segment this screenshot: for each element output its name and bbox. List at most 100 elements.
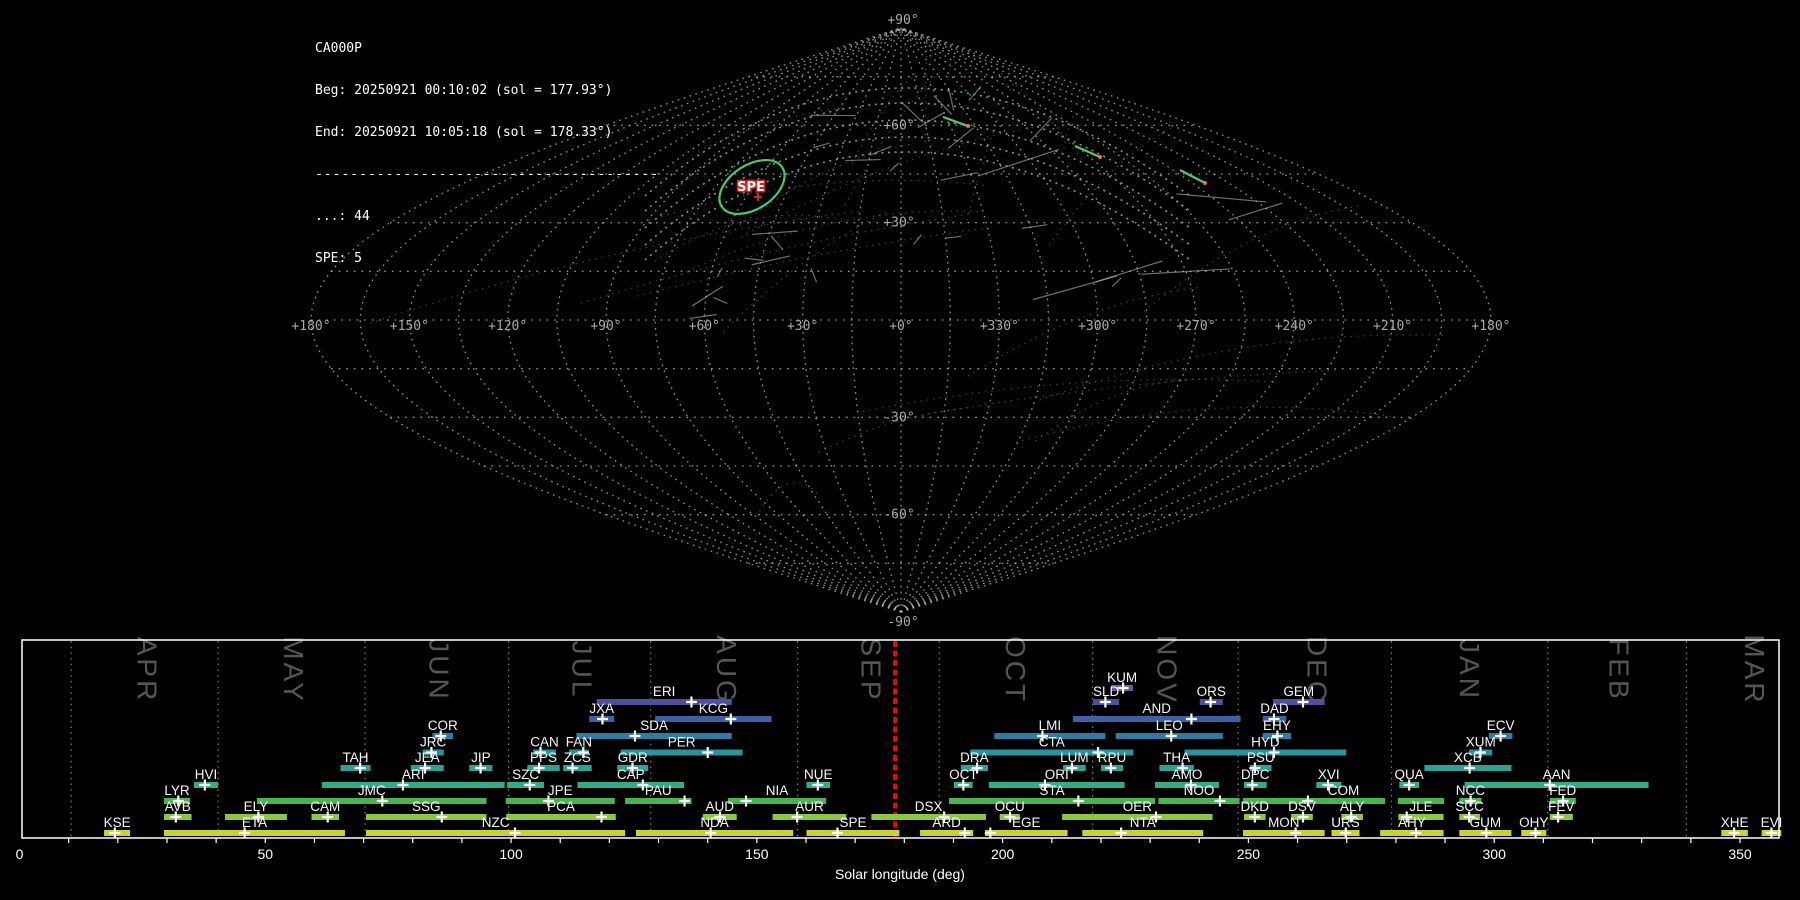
shower-label-CAN: CAN [530,735,559,750]
shower-label-PAU: PAU [645,783,672,798]
radiant-drift-track [680,210,982,275]
x-tick-label: 100 [499,846,523,862]
x-tick-label: 250 [1237,846,1261,862]
shower-label-COR: COR [428,718,458,733]
drift-marker-dot [1098,155,1102,159]
shower-label-AUD: AUD [705,799,734,814]
shower-label-PCA: PCA [547,799,575,814]
shower-peak-marker-STA [1072,795,1084,807]
shower-bar-DSX [871,814,986,820]
shower-label-RPU: RPU [1098,750,1127,765]
shower-label-JMC: JMC [358,783,386,798]
longitude-label: +210° [1373,319,1412,334]
shower-label-ECV: ECV [1487,718,1515,733]
shower-bar-KCG [655,716,772,722]
spe-radiant-label: SPE [737,180,765,195]
shower-label-OCT: OCT [949,767,978,782]
shower-label-XHE: XHE [1721,815,1749,830]
month-label: NOV [1151,635,1182,705]
meteor-trail [945,235,961,239]
shower-label-KUM: KUM [1107,670,1137,685]
meteor-trail [1111,277,1122,288]
sporadic-count: ...: 44 [315,209,370,224]
shower-label-LEO: LEO [1156,718,1183,733]
shower-bar-SDA [576,733,732,739]
radiant-drift-track [882,369,1339,423]
longitude-label: +270° [1176,319,1215,334]
shower-label-LMI: LMI [1039,718,1062,733]
meteor-trail [1021,224,1048,229]
spe-count: SPE: 5 [315,251,362,266]
sky-map-and-timeline: +90° -90° +60° +30° -30° -60° +180° +150° +120° +… [16,13,1783,862]
shower-label-ETA: ETA [242,815,267,830]
app-window: +90° -90° +60° +30° -30° -60° +180° +150° +120° +… [0,0,1800,900]
shower-label-JLE: JLE [1409,799,1432,814]
shower-label-PER: PER [668,735,696,750]
shower-label-FAN: FAN [566,735,592,750]
shower-label-KSE: KSE [104,815,131,830]
shower-bar-SSG [366,814,487,820]
shower-label-XVI: XVI [1318,767,1340,782]
longitude-label: +60° [689,319,720,334]
shower-label-LYR: LYR [164,783,190,798]
shower-label-CAM: CAM [310,799,340,814]
x-tick-label: 50 [257,846,273,862]
observation-info-block: CA000P Beg: 20250921 00:10:02 (sol = 177… [315,14,659,294]
shower-bar-SPE [806,830,900,836]
radiant-drift-track [1143,204,1362,312]
shower-label-NTA: NTA [1130,815,1156,830]
pole-label-north: +90° [887,13,918,28]
shower-bar-JMC [256,798,487,804]
meteor-trail [713,296,728,305]
shower-label-ORS: ORS [1197,684,1226,699]
shower-label-AHY: AHY [1398,815,1426,830]
shower-label-URS: URS [1331,815,1360,830]
shower-label-NIA: NIA [766,783,789,798]
x-tick-label: 200 [991,846,1015,862]
shower-label-OCU: OCU [995,799,1025,814]
meteor-trail [745,257,764,262]
meteor-trail [940,172,978,181]
latitude-label: -30° [883,410,914,425]
longitude-label: +0° [889,319,912,334]
shower-label-SLD: SLD [1093,684,1120,699]
radiant-drift-track [654,214,835,262]
longitude-label: +150° [390,319,429,334]
shower-label-ERI: ERI [653,684,676,699]
shower-bar-NZC [366,830,626,836]
shower-peak-marker-SDA [629,730,641,742]
shower-peak-marker-PAU [679,795,691,807]
meteor-trail [913,234,923,245]
shower-label-XUM: XUM [1466,735,1496,750]
radiant-drift-track [1015,406,1391,443]
shower-label-GUM: GUM [1470,815,1502,830]
shower-label-NDA: NDA [700,815,729,830]
meteor-trail [1029,117,1053,142]
shower-peak-marker-AND [1185,713,1197,725]
radiant-drift-track [1061,113,1076,162]
shower-peak-marker-ERI [685,696,697,708]
drift-marker-dot [966,124,970,128]
shower-label-TAH: TAH [342,750,368,765]
separator-line: --------------------------------------- [315,167,660,182]
end-time: End: 20250921 10:05:18 (sol = 178.33°) [315,125,613,140]
shower-label-OHY: OHY [1519,815,1548,830]
meteor-trail [1141,268,1230,275]
shower-label-ALY: ALY [1340,799,1365,814]
shower-label-JXA: JXA [589,701,614,716]
x-tick-label: 350 [1728,846,1752,862]
shower-peak-marker-PER [702,747,714,758]
shower-drift-highlight [942,115,969,128]
shower-label-DKD: DKD [1241,799,1270,814]
shower-peak-marker-PCA [596,811,608,823]
x-axis-title: Solar longitude (deg) [835,866,965,882]
shower-label-FEV: FEV [1548,799,1574,814]
shower-peak-marker-NZC [509,827,521,839]
shower-label-SSG: SSG [412,799,441,814]
shower-bar-MON [1243,830,1325,836]
shower-drift-arc [644,102,1191,212]
shower-label-NZC: NZC [482,815,510,830]
month-label: OCT [1000,636,1031,704]
latitude-label: +30° [883,216,914,231]
meteor-trail [1176,193,1267,203]
